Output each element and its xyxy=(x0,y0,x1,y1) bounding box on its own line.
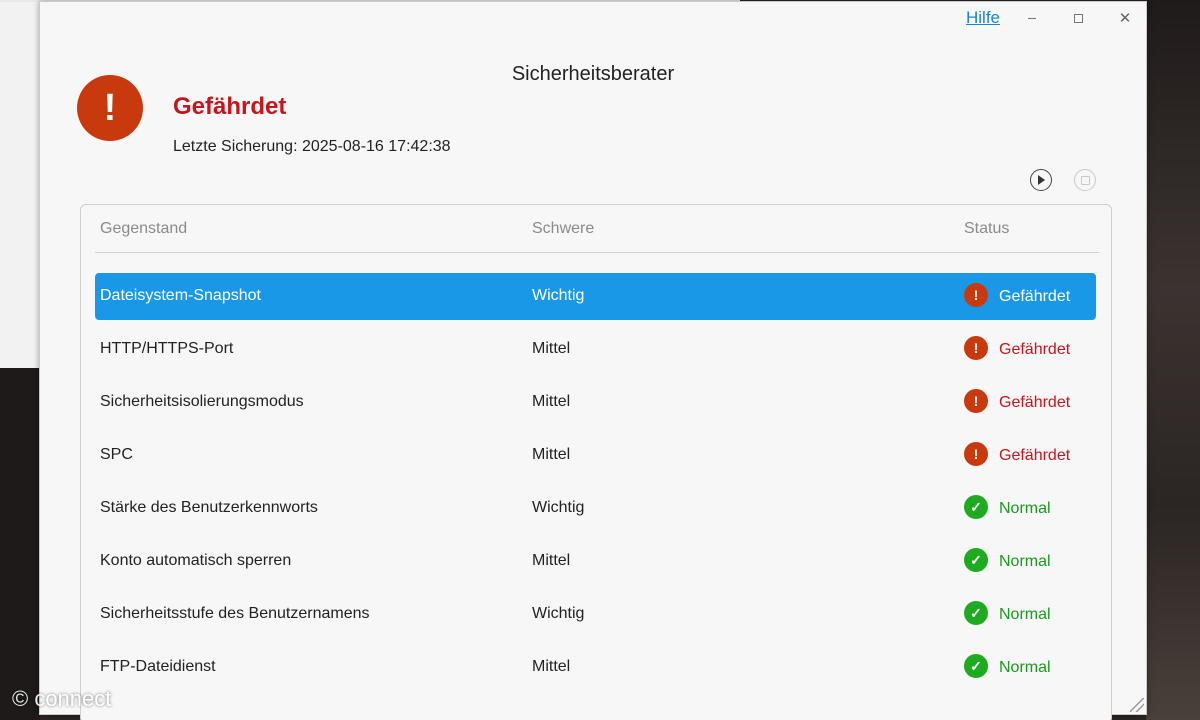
alert-icon: ! xyxy=(77,75,143,141)
row-status-label: Normal xyxy=(999,659,1051,676)
row-severity: Mittel xyxy=(532,393,571,410)
row-status: ✓ Normal xyxy=(964,548,1051,572)
row-severity: Mittel xyxy=(532,340,571,357)
warning-icon: ! xyxy=(964,283,988,307)
desktop-background xyxy=(0,0,40,368)
header-status[interactable]: Status xyxy=(964,220,1009,238)
header-item[interactable]: Gegenstand xyxy=(100,220,187,238)
warning-icon: ! xyxy=(964,336,988,360)
maximize-button[interactable] xyxy=(1063,6,1093,30)
resize-grip[interactable] xyxy=(1130,698,1144,712)
last-backup-value: 2025-08-16 17:42:38 xyxy=(301,138,451,155)
warning-icon: ! xyxy=(964,442,988,466)
results-table: Gegenstand Schwere Status Dateisystem-Sn… xyxy=(80,204,1112,720)
row-item: FTP-Dateidienst xyxy=(100,658,216,675)
last-backup-label: Letzte Sicherung: xyxy=(173,138,298,155)
header-severity[interactable]: Schwere xyxy=(532,220,594,238)
stop-scan-button xyxy=(1074,169,1096,191)
minimize-icon xyxy=(1028,17,1036,19)
table-row[interactable]: SPC Mittel! Gefährdet xyxy=(95,432,1096,479)
row-status: ! Gefährdet xyxy=(964,336,1070,360)
minimize-button[interactable] xyxy=(1017,6,1047,30)
row-status-label: Normal xyxy=(999,553,1051,570)
row-item: Konto automatisch sperren xyxy=(100,552,292,569)
row-status-label: Gefährdet xyxy=(999,447,1071,464)
row-item: Sicherheitsstufe des Benutzernamens xyxy=(100,605,370,622)
desktop-background-dark xyxy=(0,368,40,720)
row-item: Dateisystem-Snapshot xyxy=(100,287,261,304)
table-row[interactable]: FTP-Dateidienst Mittel ✓ Normal xyxy=(95,644,1096,691)
check-icon: ✓ xyxy=(964,601,988,625)
close-button[interactable]: ✕ xyxy=(1110,6,1140,30)
play-scan-button[interactable] xyxy=(1030,169,1052,191)
check-icon: ✓ xyxy=(964,495,988,519)
security-advisor-window: Hilfe ✕ Sicherheitsberater ! Gefährdet L… xyxy=(39,1,1147,720)
close-icon: ✕ xyxy=(1118,9,1132,27)
row-status: ! Gefährdet xyxy=(964,389,1070,413)
maximize-icon xyxy=(1073,13,1083,23)
row-severity: Wichtig xyxy=(532,287,585,304)
row-status: ✓ Normal xyxy=(964,495,1051,519)
row-item: Sicherheitsisolierungsmodus xyxy=(100,393,304,410)
row-status-label: Gefährdet xyxy=(999,341,1071,358)
row-severity: Mittel xyxy=(532,446,571,463)
window-title: Sicherheitsberater xyxy=(511,63,675,85)
watermark: © connect xyxy=(12,686,112,711)
last-backup-info: Letzte Sicherung: 2025-08-16 17:42:38 xyxy=(173,138,451,156)
table-row[interactable]: Stärke des Benutzerkennworts Wichtig ✓ Norm… xyxy=(95,485,1096,532)
row-status-label: Normal xyxy=(999,500,1051,517)
row-item: HTTP/HTTPS-Port xyxy=(100,340,234,357)
row-severity: Mittel xyxy=(532,658,571,675)
row-status: ✓ Normal xyxy=(964,601,1051,625)
table-header: Gegenstand Schwere Status xyxy=(95,205,1099,253)
warning-icon: ! xyxy=(964,389,988,413)
row-severity: Wichtig xyxy=(532,605,585,622)
row-severity: Mittel xyxy=(532,552,571,569)
row-status-label: Gefährdet xyxy=(999,288,1071,305)
check-icon: ✓ xyxy=(964,654,988,678)
row-item: Stärke des Benutzerkennworts xyxy=(100,499,318,516)
overall-status: Gefährdet xyxy=(173,93,287,120)
desktop-background-right xyxy=(1146,0,1200,720)
table-row[interactable]: HTTP/HTTPS-Port Mittel! Gefährdet xyxy=(95,326,1096,373)
row-item: SPC xyxy=(100,446,133,463)
table-row[interactable]: Sicherheitsisolierungsmodus Mittel! Gefähr… xyxy=(95,379,1096,426)
row-status: ✓ Normal xyxy=(964,654,1051,678)
row-status-label: Gefährdet xyxy=(999,394,1071,411)
row-status-label: Normal xyxy=(999,606,1051,623)
help-link[interactable]: Hilfe xyxy=(966,8,1000,28)
row-status: ! Gefährdet xyxy=(964,442,1070,466)
check-icon: ✓ xyxy=(964,548,988,572)
table-row[interactable]: Konto automatisch sperren Mittel ✓ Normal xyxy=(95,538,1096,585)
row-status: ! Gefährdet xyxy=(964,283,1070,307)
table-row[interactable]: Sicherheitsstufe des Benutzernamens Wicht… xyxy=(95,591,1096,638)
table-row[interactable]: Dateisystem-Snapshot Wichtig! Gefährdet xyxy=(95,273,1096,320)
row-severity: Wichtig xyxy=(532,499,585,516)
